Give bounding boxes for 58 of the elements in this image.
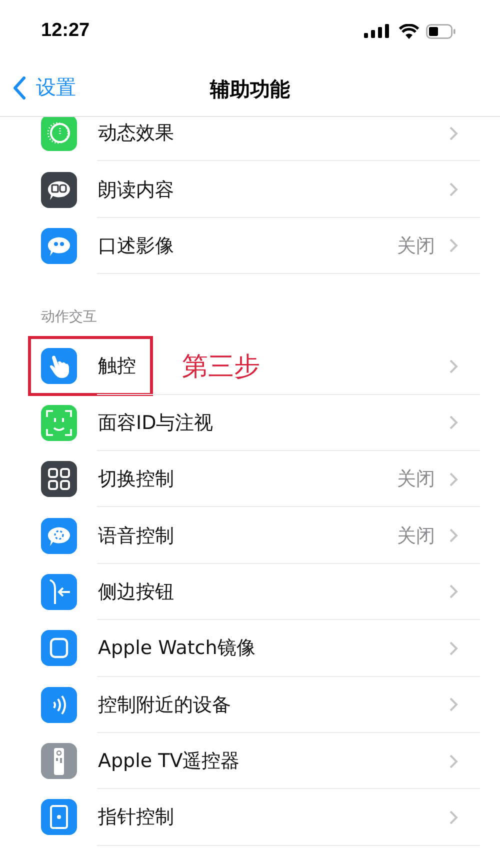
row-label: 触控 bbox=[98, 354, 136, 380]
section-header: 动作交互 bbox=[40, 308, 98, 328]
row-label: Apple TV遥控器 bbox=[98, 749, 240, 774]
chevron-right-icon bbox=[449, 528, 458, 544]
waves-icon bbox=[41, 686, 77, 723]
row-label: 侧边按钮 bbox=[98, 580, 174, 605]
chevron-right-icon bbox=[449, 358, 458, 374]
remote-icon bbox=[41, 743, 77, 780]
battery-icon bbox=[426, 24, 456, 38]
settings-row[interactable]: 朗读内容 bbox=[0, 161, 500, 218]
settings-row[interactable]: Apple TV遥控器 bbox=[0, 732, 500, 790]
row-value: 关闭 bbox=[397, 234, 435, 259]
wifi-icon bbox=[399, 24, 419, 38]
step-annotation: 第三步 bbox=[182, 350, 260, 384]
grid-icon bbox=[41, 461, 77, 498]
signal-icon bbox=[364, 24, 392, 38]
chevron-left-icon bbox=[12, 76, 26, 100]
pointer-icon bbox=[41, 799, 77, 836]
settings-row[interactable]: 动态效果 bbox=[0, 117, 500, 162]
clock: 12:27 bbox=[41, 20, 90, 42]
row-label: 语音控制 bbox=[98, 524, 174, 549]
chevron-right-icon bbox=[449, 415, 458, 430]
row-value: 关闭 bbox=[397, 467, 435, 492]
row-label: 动态效果 bbox=[98, 121, 174, 146]
settings-row[interactable]: 触控 第三步 bbox=[0, 338, 500, 395]
speech-bubble-icon bbox=[41, 172, 77, 208]
row-label: 面容ID与注视 bbox=[98, 410, 214, 436]
watch-icon bbox=[41, 630, 77, 666]
row-value: 关闭 bbox=[397, 524, 435, 549]
row-label: 控制附近的设备 bbox=[98, 692, 231, 718]
chevron-right-icon bbox=[449, 584, 458, 600]
settings-row[interactable]: 面容ID与注视 bbox=[0, 394, 500, 451]
settings-row[interactable]: 控制附近的设备 bbox=[0, 676, 500, 733]
row-label: 指针控制 bbox=[98, 805, 174, 830]
chevron-right-icon bbox=[449, 697, 458, 712]
settings-row[interactable]: 口述影像 关闭 bbox=[0, 218, 500, 274]
motion-icon bbox=[41, 117, 77, 152]
row-label: 朗读内容 bbox=[98, 178, 174, 203]
settings-row[interactable]: Apple Watch镜像 bbox=[0, 620, 500, 677]
row-label: 切换控制 bbox=[98, 467, 174, 492]
chevron-right-icon bbox=[449, 182, 458, 198]
row-label: Apple Watch镜像 bbox=[98, 636, 256, 662]
chevron-right-icon bbox=[449, 810, 458, 825]
settings-row[interactable]: 指针控制 bbox=[0, 789, 500, 846]
quote-bubble-icon bbox=[41, 228, 77, 264]
settings-row[interactable]: 语音控制 关闭 bbox=[0, 507, 500, 564]
face-icon bbox=[41, 404, 77, 441]
chevron-right-icon bbox=[449, 238, 458, 254]
row-label: 口述影像 bbox=[98, 234, 174, 259]
chevron-right-icon bbox=[449, 640, 458, 656]
speech-bubble-icon bbox=[41, 518, 77, 554]
settings-row[interactable]: 切换控制 关闭 bbox=[0, 450, 500, 508]
chevron-right-icon bbox=[449, 472, 458, 487]
settings-row[interactable]: 侧边按钮 bbox=[0, 564, 500, 620]
page-title: 辅助功能 bbox=[210, 76, 290, 102]
chevron-right-icon bbox=[449, 126, 458, 141]
hand-icon bbox=[41, 348, 77, 384]
chevron-right-icon bbox=[449, 754, 458, 769]
